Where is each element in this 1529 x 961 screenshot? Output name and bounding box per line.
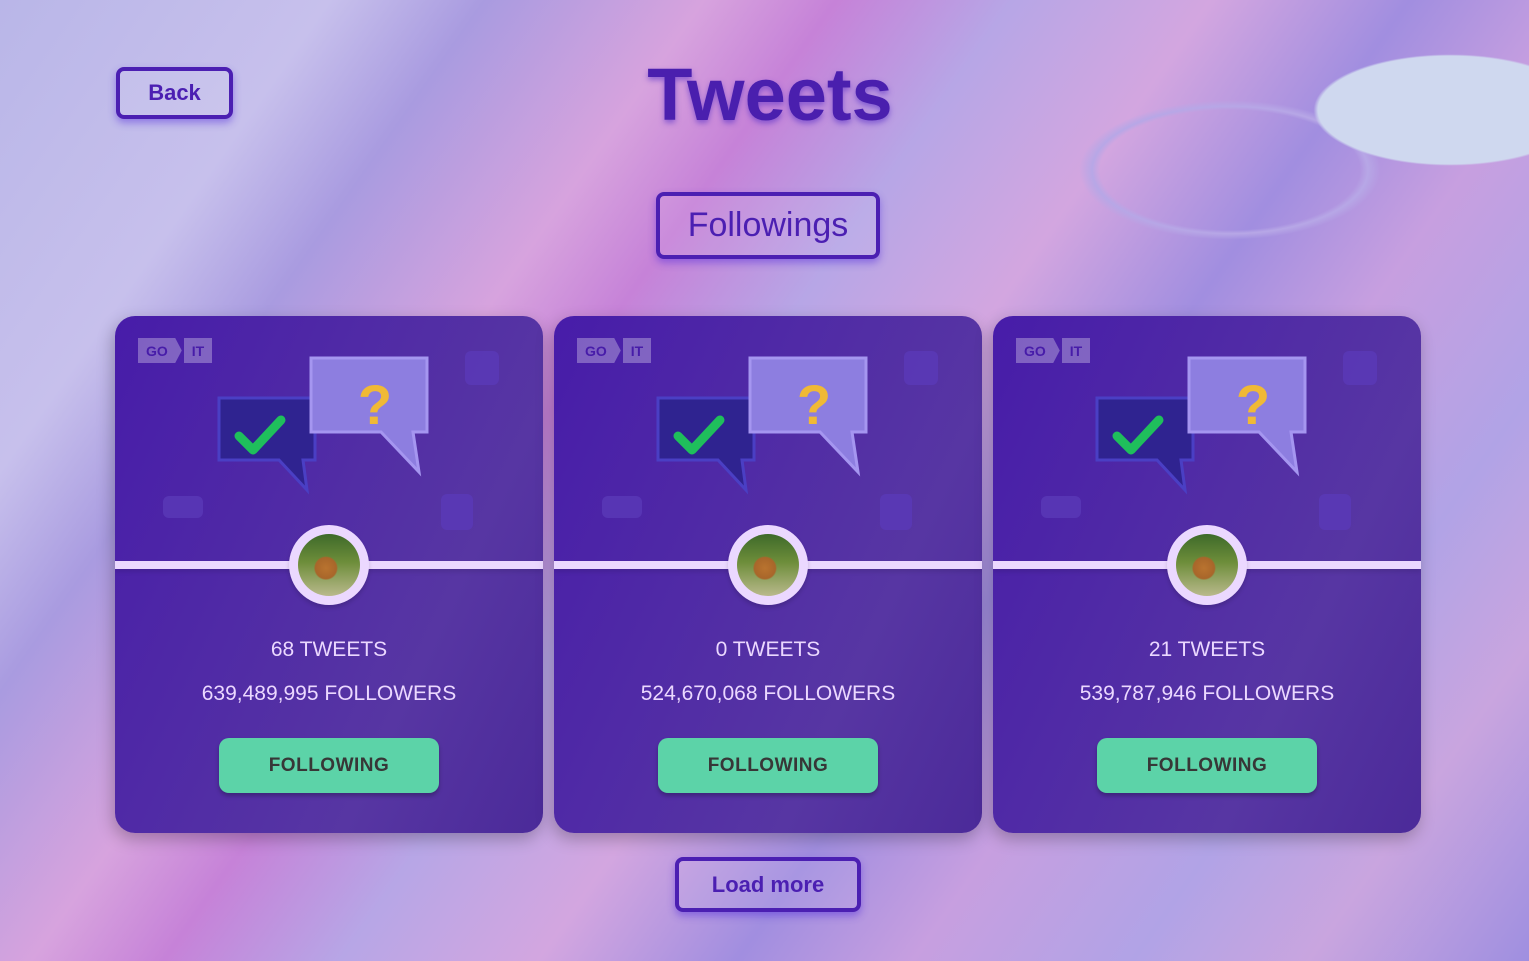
back-button[interactable]: Back xyxy=(116,67,233,119)
avatar-image xyxy=(1176,534,1238,596)
decor-icon xyxy=(1319,494,1351,530)
logo-go: GO xyxy=(577,338,621,363)
avatar-image xyxy=(737,534,799,596)
goit-logo: GO IT xyxy=(1016,338,1091,363)
following-button[interactable]: FOLLOWING xyxy=(658,738,878,793)
following-button[interactable]: FOLLOWING xyxy=(219,738,439,793)
tweets-count: 68 TWEETS xyxy=(270,638,388,661)
decor-icon xyxy=(441,494,473,530)
user-card: GO IT ? 0 TWEETS 524,670,068 FOLLOWERS FO… xyxy=(554,316,982,833)
logo-it: IT xyxy=(183,338,213,363)
decor-icon xyxy=(904,351,938,385)
decor-icon xyxy=(163,496,203,518)
filter-dropdown-followings[interactable]: Followings xyxy=(656,192,880,259)
svg-text:?: ? xyxy=(358,373,392,436)
logo-it: IT xyxy=(622,338,652,363)
chat-bubbles-illustration: ? xyxy=(656,356,868,495)
avatar xyxy=(1167,525,1247,605)
logo-go: GO xyxy=(1016,338,1060,363)
load-more-button[interactable]: Load more xyxy=(675,857,861,912)
logo-go: GO xyxy=(138,338,182,363)
followers-count: 539,787,946 FOLLOWERS xyxy=(1079,682,1335,705)
goit-logo: GO IT xyxy=(138,338,213,363)
avatar-image xyxy=(298,534,360,596)
goit-logo: GO IT xyxy=(577,338,652,363)
decor-icon xyxy=(880,494,912,530)
chat-bubbles-illustration: ? xyxy=(1095,356,1307,495)
chat-bubbles-illustration: ? xyxy=(217,356,429,495)
avatar xyxy=(728,525,808,605)
svg-text:?: ? xyxy=(797,373,831,436)
user-card: GO IT ? 68 TWEETS 639,489,995 FOLLOWERS F… xyxy=(115,316,543,833)
tweets-count: 0 TWEETS xyxy=(715,638,821,661)
following-button[interactable]: FOLLOWING xyxy=(1097,738,1317,793)
avatar xyxy=(289,525,369,605)
svg-text:?: ? xyxy=(1236,373,1270,436)
decor-icon xyxy=(465,351,499,385)
followers-count: 524,670,068 FOLLOWERS xyxy=(640,682,896,705)
logo-it: IT xyxy=(1061,338,1091,363)
tweets-count: 21 TWEETS xyxy=(1148,638,1266,661)
decor-icon xyxy=(1041,496,1081,518)
decor-icon xyxy=(602,496,642,518)
page-title: Tweets xyxy=(647,53,893,136)
followers-count: 639,489,995 FOLLOWERS xyxy=(201,682,457,705)
user-card: GO IT ? 21 TWEETS 539,787,946 FOLLOWERS F… xyxy=(993,316,1421,833)
decor-icon xyxy=(1343,351,1377,385)
